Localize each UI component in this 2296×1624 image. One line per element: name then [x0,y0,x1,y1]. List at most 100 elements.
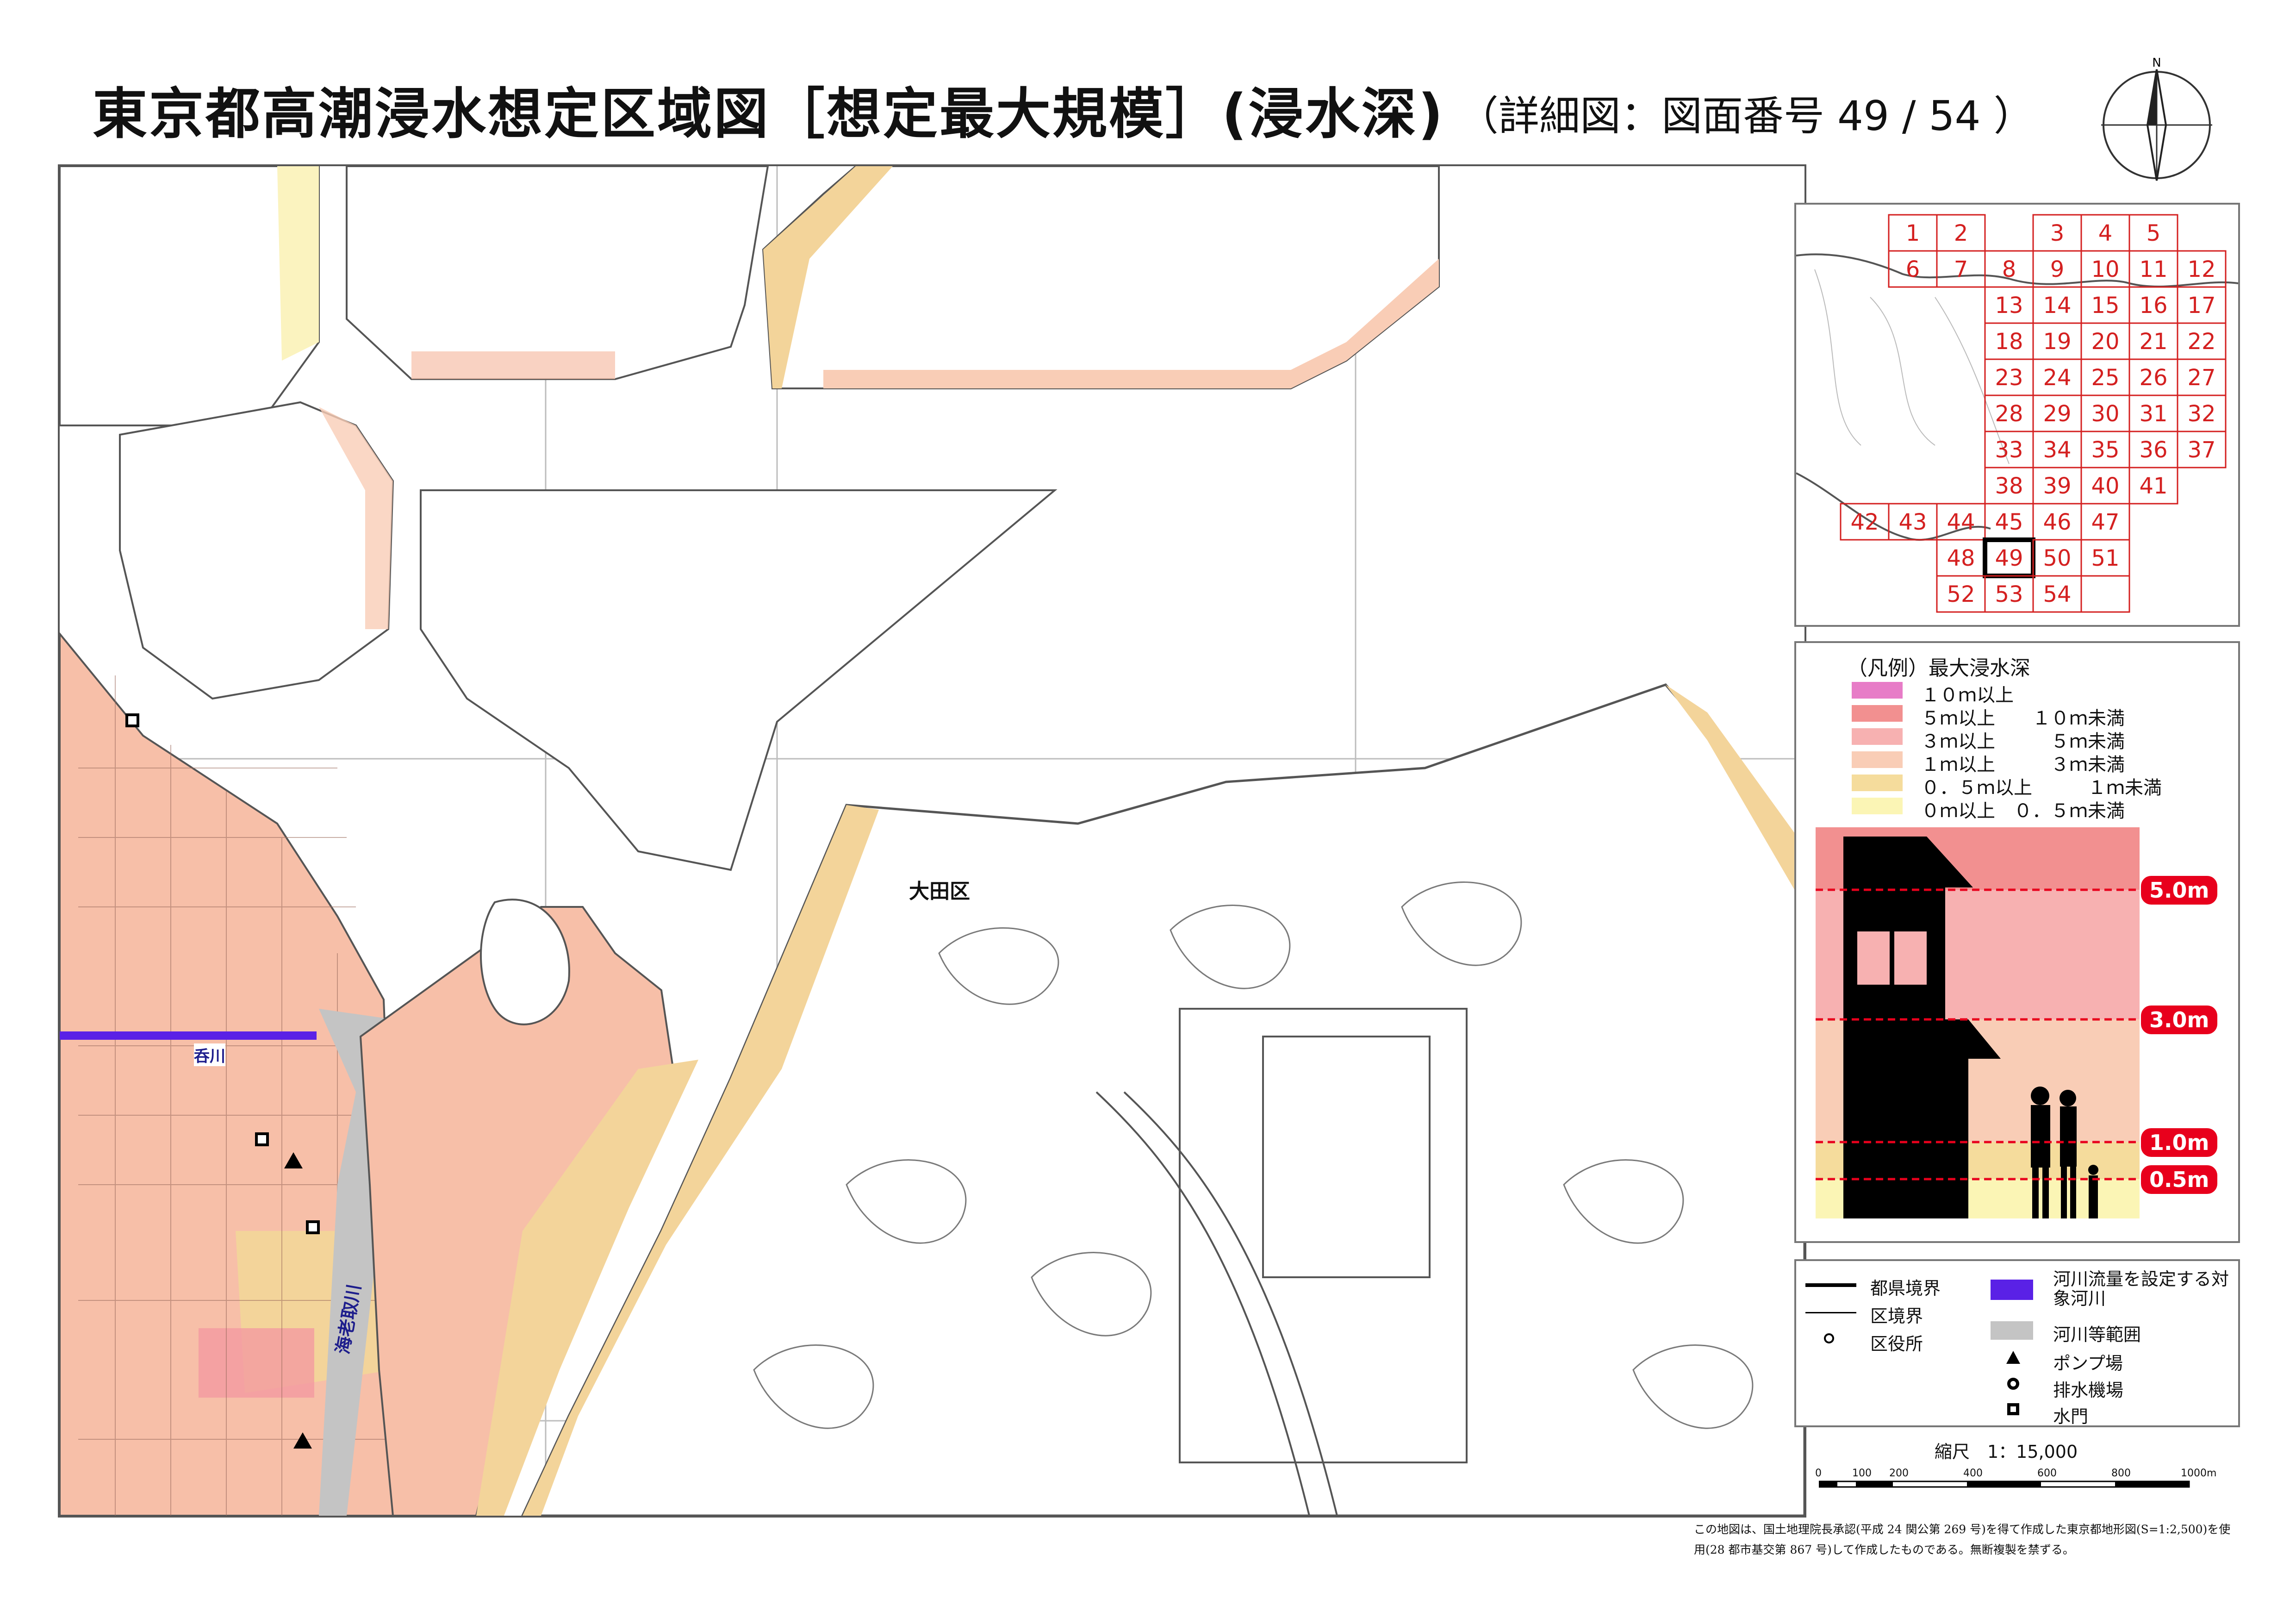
legend-row: ０ｍ以上 ０．５ｍ未満 [1852,796,2222,822]
index-sheet-label: 9 [2050,256,2065,282]
river-label-nomi: 呑川 [194,1043,225,1066]
inundation-map[interactable]: 大田区 呑川 海老取川 [58,164,1806,1518]
ward-label: 大田区 [909,880,970,903]
sym-river-flow: 河川流量を設定する対象河川 [1991,1269,2231,1316]
index-sheet-label: 10 [2091,256,2119,282]
legend-swatch [1852,775,1903,791]
index-sheet-label: 21 [2139,329,2167,355]
pump-station-icon [2006,1351,2020,1364]
index-sheet-label: 17 [2187,293,2215,319]
index-sheet-label: 48 [1947,545,1975,571]
index-sheet-label: 1 [1906,220,1920,246]
scale-tick-label: 0 [1815,1468,1822,1479]
drainage-station-icon [2007,1378,2019,1390]
index-sheet-label: 7 [1954,256,1968,282]
index-sheet-label: 32 [2187,401,2215,427]
ward-office-icon [1824,1333,1834,1343]
index-sheet-label: 40 [2091,473,2119,499]
legend-row: １ｍ以上 ３ｍ未満 [1852,750,2222,775]
index-sheet-label: 50 [2043,545,2071,571]
scale-tick-label: 200 [1889,1468,1909,1479]
legend-row: ５ｍ以上 １０ｍ未満 [1852,703,2222,729]
index-sheet-label: 22 [2187,329,2215,355]
index-sheet-label: 44 [1947,509,1975,535]
index-sheet-label: 34 [2043,437,2071,463]
index-sheet-label: 54 [2043,581,2071,607]
index-sheet-label: 46 [2043,509,2071,535]
index-sheet-label: 12 [2187,256,2215,282]
index-sheet-label: 19 [2043,329,2071,355]
index-grid: 1 2 3 4 56 7 8 9 10 11 1213 14 15 16 1718 19 20 21 2223 24 2… [1840,214,2227,613]
map-title: 東京都高潮浸水想定区域図［想定最大規模］(浸水深) [93,82,1445,146]
index-sheet-label: 13 [1995,293,2023,319]
legend-row: １０ｍ以上 [1852,680,2222,706]
index-sheet-label: 47 [2091,509,2119,535]
scale-tick-label: 600 [2037,1468,2057,1479]
depth-tag-5m: 5.0m [2141,876,2218,905]
index-sheet-label: 31 [2139,401,2167,427]
north-label: N [2152,56,2161,70]
index-sheet-label: 41 [2139,473,2167,499]
index-sheet-label: 24 [2043,365,2071,391]
index-sheet-label: 37 [2187,437,2215,463]
index-map-canvas: 1 2 3 4 56 7 8 9 10 11 1213 14 15 16 1718 19 20 21 2223 24 2… [1796,214,2238,613]
scale-tick-label: 1000m [2181,1468,2217,1479]
island-north-west-shallow [277,166,319,361]
legend-swatch [1852,705,1903,722]
depth-tag-05m: 0.5m [2141,1165,2218,1194]
legend-swatch [1852,798,1903,814]
scale-tick-label: 100 [1852,1468,1872,1479]
index-sheet-label: 4 [2098,220,2113,246]
index-sheet-label: 52 [1947,581,1975,607]
index-sheet-label: 2 [1954,220,1968,246]
water-gate-icon [2007,1403,2019,1415]
index-sheet-label: 14 [2043,293,2071,319]
depth-tag-1m: 1.0m [2141,1128,2218,1157]
index-sheet-label: 26 [2139,365,2167,391]
index-sheet-label: 15 [2091,293,2119,319]
credit-note: この地図は、国土地理院長承認(平成 24 関公第 269 号)を得て作成した東京… [1694,1523,2231,1556]
island-north-center [346,166,769,380]
index-sheet-label: 5 [2147,220,2161,246]
index-sheet-label: 23 [1995,365,2023,391]
index-sheet-label: 51 [2091,545,2119,571]
depth-legend: （凡例）最大浸水深 １０ｍ以上 ５ｍ以上 １０ｍ未満 ３ｍ以上 ５ｍ未満 １ｍ以上 ３… [1794,641,2240,1243]
index-sheet-cell [2080,575,2130,613]
legend-title: （凡例）最大浸水深 [1847,656,2030,680]
island-mid-center [420,489,1058,871]
legend-row: ０．５ｍ以上 １ｍ未満 [1852,773,2222,799]
water-gate-icon [255,1132,269,1146]
index-sheet-label: 8 [2002,256,2016,282]
scale-tick-label: 400 [1963,1468,1983,1479]
scale-tick-label: 800 [2111,1468,2131,1479]
index-sheet-label: 36 [2139,437,2167,463]
index-sheet-label: 43 [1898,509,1927,535]
water-gate-icon [306,1220,320,1234]
map-canvas [60,166,1804,1516]
index-sheet-label: 28 [1995,401,2023,427]
sheet-number: （詳細図：図面番号 49 / 54 ） [1458,92,2035,140]
scale-bar [1819,1480,2190,1488]
index-sheet-label: 39 [2043,473,2071,499]
depth-illustration [1816,827,2140,1218]
legend-row: ３ｍ以上 ５ｍ未満 [1852,726,2222,752]
flood-area-west-deep [199,1328,314,1398]
index-sheet-label: 6 [1906,256,1920,282]
legend-swatch [1852,728,1903,745]
depth-tag-3m: 3.0m [2141,1006,2218,1034]
legend-label: ０ｍ以上 ０．５ｍ未満 [1921,800,2125,822]
index-sheet-label: 16 [2139,293,2167,319]
index-sheet-label: 45 [1995,509,2023,535]
index-sheet-label: 33 [1995,437,2023,463]
index-sheet-label: 42 [1850,509,1879,535]
index-sheet-label: 27 [2187,365,2215,391]
index-sheet-label: 25 [2091,365,2119,391]
index-sheet-label: 53 [1995,581,2023,607]
index-map: 1 2 3 4 5 6 7 8 9 10 11 12 13 14 15 16 17 18 19 20 21 22 23 24 2… [1794,203,2240,627]
legend-swatch [1852,682,1903,699]
index-sheet-label: 49 [1995,545,2023,571]
legend-swatch [1852,751,1903,768]
symbol-legend: 都県境界 区境界 区役所 河川流量を設定する対象河川 河川等範囲 ポンプ場 排水… [1794,1259,2240,1427]
index-sheet-label: 29 [2043,401,2071,427]
index-sheet-label: 20 [2091,329,2119,355]
